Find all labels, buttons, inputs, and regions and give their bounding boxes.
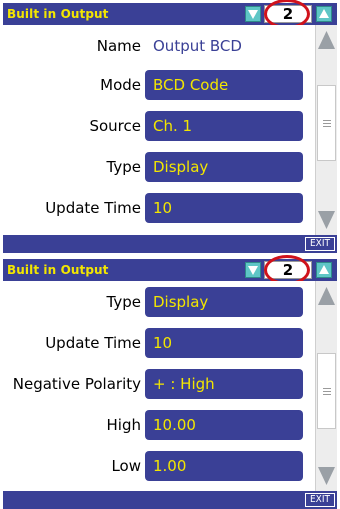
exit-button[interactable]: EXIT [305,237,335,251]
setting-value-button-type[interactable]: Display [145,287,303,317]
thumb-grip-line [323,388,331,389]
scroll-down-button[interactable] [316,207,337,233]
vertical-scrollbar[interactable] [315,281,337,491]
setting-value-button-update-time[interactable]: 10 [145,328,303,358]
setting-value: + : High [153,375,215,393]
setting-value-name: Output BCD [153,37,242,55]
setting-value: 10 [153,199,173,217]
triangle-up-icon [319,9,329,18]
page-previous-button[interactable] [245,262,261,278]
setting-value: Display [153,293,209,311]
title-bar: Built in Output 2 [3,0,337,29]
scroll-down-button[interactable] [316,463,337,489]
scroll-down-arrow-icon [318,211,335,229]
scroll-down-arrow-icon [318,467,335,485]
setting-value: 1.00 [153,457,187,475]
setting-value-button-mode[interactable]: BCD Code [145,70,303,100]
setting-row-update-time: Update Time 10 [3,328,313,358]
setting-row-mode: Mode BCD Code [3,70,313,100]
scroll-up-button[interactable] [316,27,337,53]
screen-title: Built in Output [7,263,109,277]
setting-value-button-source[interactable]: Ch. 1 [145,111,303,141]
setting-value-button-low[interactable]: 1.00 [145,451,303,481]
setting-value-button-update-time[interactable]: 10 [145,193,303,223]
settings-list: Type Display Update Time 10 Negative Pol… [3,281,337,491]
scroll-up-button[interactable] [316,283,337,309]
screen-title: Built in Output [7,7,109,21]
thumb-grip-line [323,126,331,127]
setting-value-button-negative-polarity[interactable]: + : High [145,369,303,399]
exit-button[interactable]: EXIT [305,493,335,507]
page-previous-button[interactable] [245,6,261,22]
setting-row-update-time: Update Time 10 [3,193,313,223]
setting-label: Type [106,158,141,176]
setting-label: Mode [100,76,141,94]
footer-bar: EXIT [3,491,337,509]
setting-label: Negative Polarity [12,375,141,393]
footer-bar: EXIT [3,235,337,253]
setting-value-button-high[interactable]: 10.00 [145,410,303,440]
setting-label: Update Time [45,199,141,217]
vertical-scrollbar[interactable] [315,25,337,235]
setting-label: Name [96,37,141,55]
setting-value-button-type[interactable]: Display [145,152,303,182]
setting-row-name: Name Output BCD [3,31,313,61]
thumb-grip-line [323,123,331,124]
thumb-grip-line [323,394,331,395]
setting-value: 10 [153,334,173,352]
bottom-settings-screen: Built in Output 2 Type Display Update Ti… [3,255,337,509]
top-settings-screen: Built in Output 2 Name Output BCD Mode B… [3,0,337,253]
triangle-down-icon [248,266,258,275]
setting-row-type: Type Display [3,287,313,317]
scroll-thumb[interactable] [317,353,336,429]
setting-row-source: Source Ch. 1 [3,111,313,141]
scroll-thumb[interactable] [317,85,336,161]
setting-row-type: Type Display [3,152,313,182]
setting-label: Type [106,293,141,311]
scroll-up-arrow-icon [318,31,335,49]
thumb-grip-line [323,120,331,121]
setting-value: Ch. 1 [153,117,193,135]
setting-value: 10.00 [153,416,196,434]
page-next-button[interactable] [316,262,332,278]
setting-row-low: Low 1.00 [3,451,313,481]
title-bar: Built in Output 2 [3,255,337,285]
page-next-button[interactable] [316,6,332,22]
triangle-up-icon [319,265,329,274]
setting-row-high: High 10.00 [3,410,313,440]
setting-value: BCD Code [153,76,229,94]
scroll-up-arrow-icon [318,287,335,305]
setting-label: High [106,416,141,434]
setting-label: Update Time [45,334,141,352]
triangle-down-icon [248,10,258,19]
settings-list: Name Output BCD Mode BCD Code Source Ch.… [3,25,337,235]
setting-value: Display [153,158,209,176]
setting-row-negative-polarity: Negative Polarity + : High [3,369,313,399]
thumb-grip-line [323,391,331,392]
setting-label: Source [89,117,141,135]
setting-label: Low [111,457,141,475]
